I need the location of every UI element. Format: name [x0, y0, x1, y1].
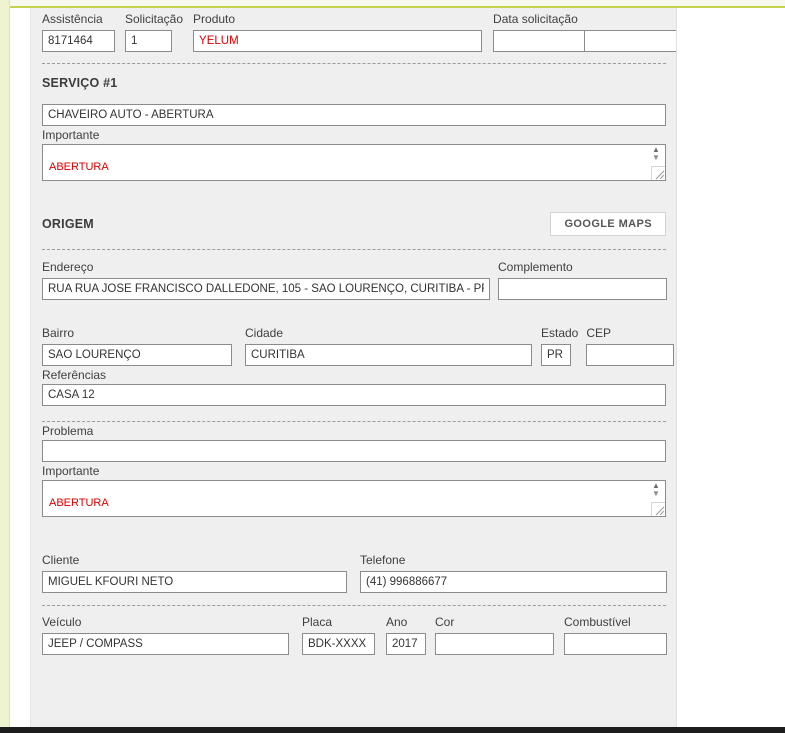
importante2-label: Importante — [42, 464, 99, 478]
endereco-row: Endereço Complemento — [42, 260, 666, 300]
complemento-input[interactable] — [498, 278, 667, 300]
endereco-field: Endereço — [42, 260, 490, 300]
separator — [42, 421, 666, 422]
assistencia-label: Assistência — [42, 12, 115, 26]
cor-field: Cor — [435, 615, 554, 655]
complemento-label: Complemento — [498, 260, 667, 274]
resize-grip-icon[interactable] — [651, 166, 665, 180]
combustivel-field: Combustível — [564, 615, 667, 655]
data-solicitacao-group — [493, 30, 677, 52]
bairro-field: Bairro — [42, 326, 232, 366]
bairro-label: Bairro — [42, 326, 232, 340]
veiculo-input[interactable] — [42, 633, 289, 655]
resize-grip-icon[interactable] — [651, 502, 665, 516]
problema-input[interactable] — [42, 440, 666, 462]
veiculo-label: Veículo — [42, 615, 289, 629]
combustivel-label: Combustível — [564, 615, 667, 629]
separator — [42, 63, 666, 64]
estado-label: Estado — [541, 326, 578, 340]
origem-title: ORIGEM — [42, 217, 94, 231]
ano-label: Ano — [386, 615, 426, 629]
form-panel: Assistência Solicitação Produto Data sol… — [30, 8, 677, 728]
assistencia-field: Assistência — [42, 12, 115, 52]
cliente-row: Cliente Telefone — [42, 553, 666, 593]
endereco-label: Endereço — [42, 260, 490, 274]
cliente-field: Cliente — [42, 553, 347, 593]
cep-input[interactable] — [586, 344, 674, 366]
bairro-row: Bairro Cidade Estado CEP — [42, 326, 666, 366]
data-solicitacao-field: Data solicitação — [493, 12, 677, 52]
scroll-down-icon[interactable]: ▼ — [652, 490, 660, 498]
cliente-label: Cliente — [42, 553, 347, 567]
separator — [42, 605, 666, 606]
servico-input[interactable] — [42, 104, 666, 126]
placa-input[interactable] — [302, 633, 375, 655]
telefone-label: Telefone — [360, 553, 667, 567]
solicitacao-field: Solicitação — [125, 12, 183, 52]
left-accent-bar — [0, 0, 10, 728]
referencias-label: Referências — [42, 368, 106, 382]
cep-label: CEP — [586, 326, 674, 340]
combustivel-input[interactable] — [564, 633, 667, 655]
data-solicitacao-time-input[interactable] — [584, 30, 677, 52]
header-fields-row: Assistência Solicitação Produto Data sol… — [42, 12, 666, 52]
cidade-input[interactable] — [245, 344, 532, 366]
importante1-text: ABERTURA — [49, 161, 109, 173]
problema-label: Problema — [42, 424, 93, 438]
separator — [42, 249, 666, 250]
cidade-label: Cidade — [245, 326, 532, 340]
origem-header-row: ORIGEM GOOGLE MAPS — [42, 212, 666, 236]
assistencia-input[interactable] — [42, 30, 115, 52]
telefone-input[interactable] — [360, 571, 667, 593]
veiculo-row: Veículo Placa Ano Cor Combustível — [42, 615, 666, 655]
solicitacao-input[interactable] — [125, 30, 172, 52]
data-solicitacao-label: Data solicitação — [493, 12, 677, 26]
placa-field: Placa — [302, 615, 375, 655]
complemento-field: Complemento — [498, 260, 667, 300]
ano-field: Ano — [386, 615, 426, 655]
importante2-textarea[interactable]: ABERTURA ▲ ▼ — [42, 480, 666, 517]
produto-field: Produto — [193, 12, 482, 52]
importante1-textarea[interactable]: ABERTURA ▲ ▼ — [42, 144, 666, 181]
produto-label: Produto — [193, 12, 482, 26]
solicitacao-label: Solicitação — [125, 12, 183, 26]
veiculo-field: Veículo — [42, 615, 289, 655]
servico-title: SERVIÇO #1 — [42, 76, 666, 90]
cliente-input[interactable] — [42, 571, 347, 593]
endereco-input[interactable] — [42, 278, 490, 300]
ano-input[interactable] — [386, 633, 426, 655]
bairro-input[interactable] — [42, 344, 232, 366]
telefone-field: Telefone — [360, 553, 667, 593]
referencias-input[interactable] — [42, 384, 666, 406]
estado-input[interactable] — [541, 344, 571, 366]
data-solicitacao-date-input[interactable] — [493, 30, 585, 52]
produto-input[interactable] — [193, 30, 482, 52]
importante1-label: Importante — [42, 128, 99, 142]
cor-input[interactable] — [435, 633, 554, 655]
cidade-field: Cidade — [245, 326, 532, 366]
cor-label: Cor — [435, 615, 554, 629]
placa-label: Placa — [302, 615, 375, 629]
cep-field: CEP — [586, 326, 674, 366]
google-maps-button[interactable]: GOOGLE MAPS — [550, 212, 666, 236]
top-accent-bar — [10, 0, 785, 8]
estado-field: Estado — [541, 326, 578, 366]
scroll-down-icon[interactable]: ▼ — [652, 154, 660, 162]
bottom-dark-bar — [0, 727, 785, 733]
importante2-text: ABERTURA — [49, 497, 109, 509]
